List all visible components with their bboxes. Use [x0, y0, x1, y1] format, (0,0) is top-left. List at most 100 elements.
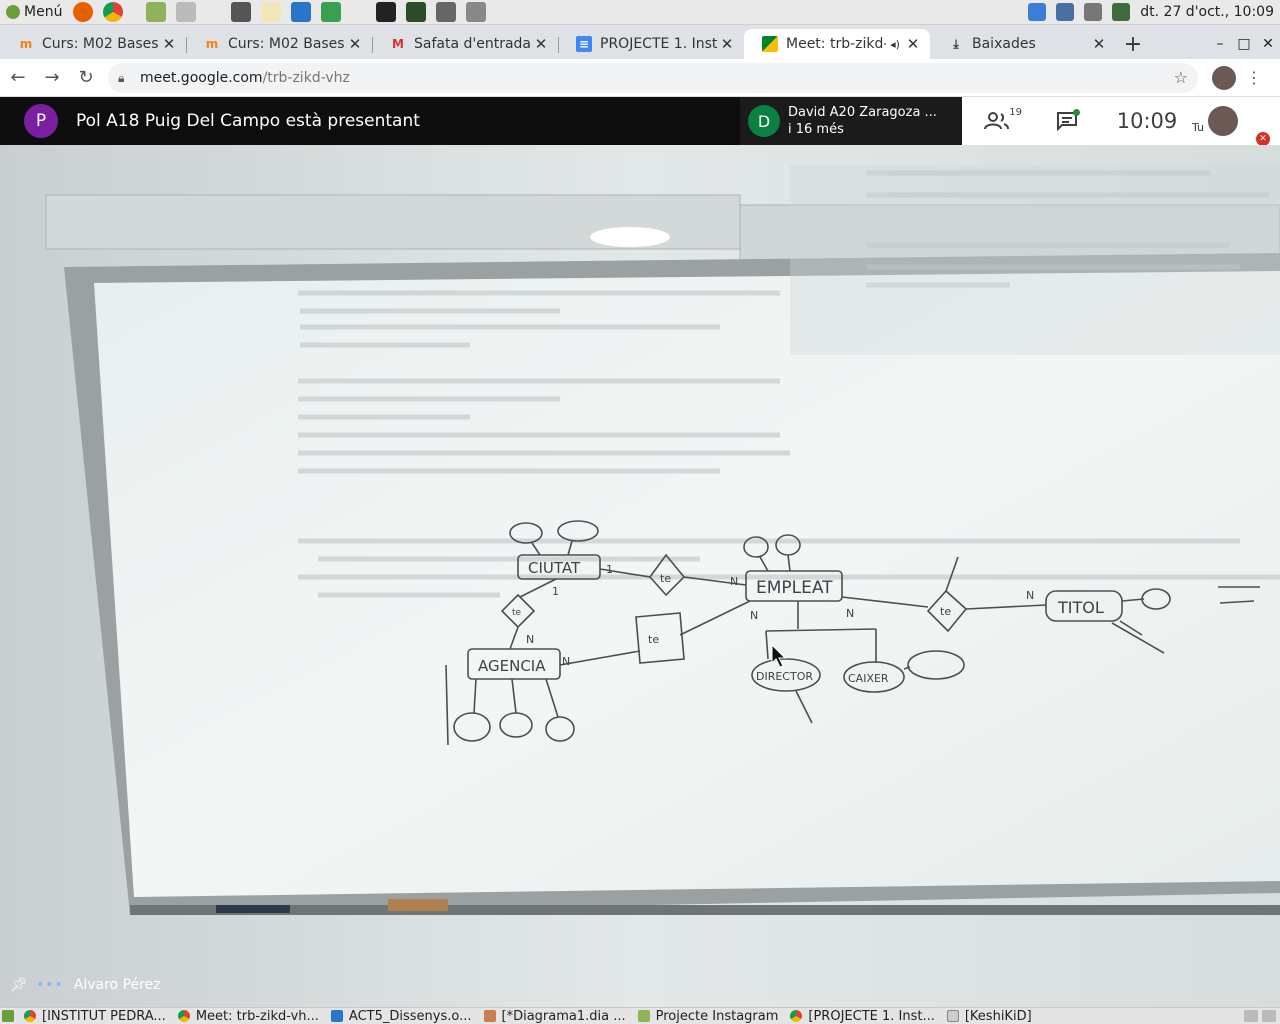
relation-label: te [940, 605, 951, 618]
writer-launcher-icon[interactable] [291, 2, 312, 22]
close-icon[interactable]: ✕ [904, 35, 922, 53]
trash-icon[interactable] [1262, 1010, 1276, 1022]
taskbar-item-label: Meet: trb-zikd-vh... [195, 1008, 319, 1024]
presentation-video: CIUTAT EMPLEAT AGENCIA TITOL DIRECTOR CA… [0, 145, 1280, 1007]
info-icon[interactable] [1028, 3, 1047, 21]
browser-tab-strip: m Curs: M02 Bases de dades ✕ m Curs: M02… [0, 25, 1280, 59]
text-editor-launcher-icon[interactable] [261, 2, 282, 22]
participant-chip-more: i 16 més [788, 122, 844, 137]
key-icon[interactable] [1056, 3, 1075, 21]
workspace-icon[interactable] [1244, 1010, 1258, 1022]
forward-icon[interactable]: → [36, 62, 68, 94]
window-controls: – □ ✕ [1208, 29, 1280, 59]
tab-meet[interactable]: Meet: trb-zikd-vhz ◂) ✕ [744, 29, 930, 59]
show-desktop-icon[interactable] [2, 1010, 14, 1022]
cardinality-label: N [730, 575, 738, 588]
tab-docs[interactable]: ≡ PROJECTE 1. Instagram ✕ [558, 29, 744, 59]
back-icon[interactable]: ← [2, 62, 34, 94]
minimize-icon[interactable]: – [1208, 36, 1232, 52]
os-taskbar: [INSTITUT PEDRA... Meet: trb-zikd-vh... … [0, 1007, 1280, 1024]
archive-launcher-icon[interactable] [176, 2, 197, 22]
reload-icon[interactable]: ↻ [70, 62, 102, 94]
video-name-overlay: 📌︎ ••• Alvaro Pérez [10, 977, 161, 993]
browser-menu-icon[interactable]: ⋮ [1242, 68, 1266, 87]
close-icon[interactable]: ✕ [346, 35, 364, 53]
taskbar-item[interactable]: [KeshiKiD] [943, 1008, 1040, 1024]
cardinality-label: N [846, 607, 854, 620]
pin-icon[interactable]: 📌︎ [10, 977, 28, 993]
terminal-launcher-icon[interactable] [376, 2, 397, 22]
chrome-launcher-icon[interactable] [103, 2, 124, 22]
os-clock[interactable]: dt. 27 d'oct., 10:09 [1140, 4, 1274, 20]
system-monitor-launcher-icon[interactable] [406, 2, 427, 22]
speaker-icon[interactable]: ◂) [886, 38, 904, 51]
taskbar-item[interactable]: Projecte Instagram [634, 1008, 787, 1024]
taskbar-item-label: [INSTITUT PEDRA... [42, 1008, 166, 1024]
profile-avatar[interactable] [1212, 65, 1236, 90]
tab-moodle-1[interactable]: m Curs: M02 Bases de dades ✕ [0, 29, 186, 59]
taskbar-item-label: [PROJECTE 1. Inst... [808, 1008, 935, 1024]
address-bar[interactable]: 🔒︎ meet.google.com/trb-zikd-vhz ☆ [108, 62, 1198, 93]
cardinality-label: N [750, 609, 758, 622]
files-launcher-icon[interactable] [146, 2, 167, 22]
entity-label: TITOL [1057, 598, 1104, 617]
meet-icon [762, 36, 778, 52]
tab-title: Curs: M02 Bases de dades [228, 36, 346, 52]
taskbar-item[interactable]: ACT5_Dissenys.o... [327, 1008, 480, 1024]
close-icon[interactable]: ✕ [1090, 35, 1108, 53]
tab-title: Safata d'entrada ( [414, 36, 532, 52]
workspace-switcher[interactable] [1244, 1010, 1280, 1022]
cardinality-label: N [562, 655, 570, 668]
calc-launcher-icon[interactable] [321, 2, 342, 22]
screenshot-launcher-icon[interactable] [466, 2, 487, 22]
meet-controls: 19 10:09 Tu ✕ [962, 97, 1280, 146]
entity-label: AGENCIA [478, 657, 546, 675]
people-icon [984, 112, 1009, 130]
url-path: /trb-zikd-vhz [262, 69, 350, 86]
writer-icon [330, 1010, 343, 1022]
close-icon[interactable]: ✕ [718, 35, 736, 53]
browser-toolbar: ← → ↻ 🔒︎ meet.google.com/trb-zikd-vhz ☆ … [0, 59, 1280, 97]
taskbar-item[interactable]: [INSTITUT PEDRA... [20, 1008, 174, 1024]
close-window-icon[interactable]: ✕ [1256, 36, 1280, 52]
new-tab-button[interactable]: + [1116, 29, 1150, 59]
participants-button[interactable]: 19 [962, 107, 1032, 131]
taskbar-item-label: ACT5_Dissenys.o... [348, 1008, 472, 1024]
taskbar-item-label: [*Diagrama1.dia ... [501, 1008, 626, 1024]
maximize-icon[interactable]: □ [1232, 36, 1256, 52]
close-icon[interactable]: ✕ [532, 35, 550, 53]
network-icon[interactable] [1112, 3, 1131, 21]
volume-icon[interactable] [1084, 3, 1103, 21]
taskbar-item[interactable]: [PROJECTE 1. Inst... [786, 1008, 942, 1024]
drawing-launcher-icon[interactable] [436, 2, 457, 22]
tab-downloads[interactable]: ⤓ Baixades ✕ [930, 29, 1116, 59]
system-tray: dt. 27 d'oct., 10:09 [1028, 3, 1280, 21]
participant-chip[interactable]: D David A20 Zaragoza ... i 16 més [740, 97, 962, 145]
cardinality-label: N [526, 633, 534, 646]
tab-title: Meet: trb-zikd-vhz [786, 36, 886, 52]
calculator-launcher-icon[interactable] [231, 2, 252, 22]
chrome-icon [790, 1010, 803, 1022]
taskbar-item[interactable]: Meet: trb-zikd-vh... [174, 1008, 327, 1024]
taskbar-item[interactable]: [*Diagrama1.dia ... [480, 1008, 634, 1024]
tab-gmail[interactable]: M Safata d'entrada ( ✕ [372, 29, 558, 59]
bookmark-star-icon[interactable]: ☆ [1174, 68, 1188, 87]
participants-count: 19 [1009, 107, 1022, 118]
tab-moodle-2[interactable]: m Curs: M02 Bases de dades ✕ [186, 29, 372, 59]
firefox-launcher-icon[interactable] [73, 2, 94, 22]
entity-label: EMPLEAT [756, 578, 833, 598]
participant-chip-text: David A20 Zaragoza ... i 16 més [788, 104, 937, 138]
lock-icon[interactable]: 🔒︎ [118, 71, 130, 85]
os-menu-button[interactable]: Menú [0, 0, 68, 25]
cardinality-label: N [1026, 589, 1034, 602]
moodle-icon: m [205, 37, 219, 51]
tab-title: Curs: M02 Bases de dades [42, 36, 160, 52]
cardinality-label: 1 [552, 585, 559, 598]
tab-title: Baixades [972, 36, 1036, 52]
self-tile[interactable]: Tu ✕ [1192, 106, 1271, 146]
moodle-icon: m [19, 37, 33, 51]
url-host: meet.google.com [140, 69, 263, 86]
close-icon[interactable]: ✕ [160, 35, 178, 53]
folder-icon [637, 1010, 650, 1022]
chat-button[interactable] [1032, 109, 1102, 131]
